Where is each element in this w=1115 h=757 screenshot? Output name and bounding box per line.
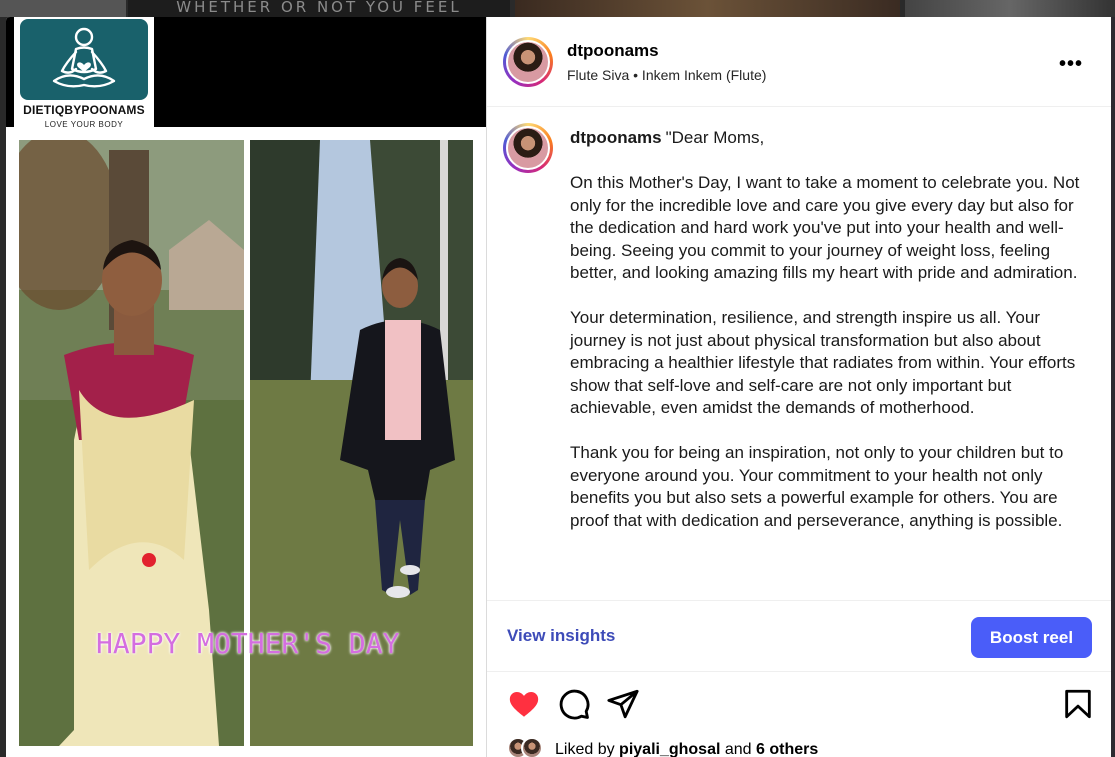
- caption-username[interactable]: dtpoonams: [570, 128, 662, 147]
- insights-bar: View insights Boost reel: [487, 600, 1111, 672]
- caption-paragraph: On this Mother's Day, I want to take a m…: [570, 173, 1080, 282]
- author-username[interactable]: dtpoonams: [567, 41, 659, 61]
- likes-prefix: Liked by: [555, 741, 620, 757]
- like-button[interactable]: [507, 687, 541, 721]
- share-icon: [607, 689, 639, 719]
- logo-tile: [20, 19, 148, 100]
- audio-track-link[interactable]: Flute Siva • Inkem Inkem (Flute): [567, 67, 766, 83]
- logo-tagline: LOVE YOUR BODY: [44, 120, 124, 129]
- save-button[interactable]: [1061, 687, 1095, 721]
- boost-reel-button[interactable]: Boost reel: [971, 617, 1092, 658]
- background-thumbnail-food: [515, 0, 900, 17]
- media-overlay-text: HAPPY MOTHER'S DAY: [96, 627, 400, 660]
- background-thumbnail-right: [905, 0, 1115, 17]
- likes-conjunction: and: [720, 741, 757, 757]
- author-avatar[interactable]: [503, 37, 553, 87]
- bookmark-icon: [1065, 689, 1091, 719]
- caption-paragraph: Thank you for being an inspiration, not …: [570, 443, 1064, 530]
- post-header: dtpoonams Flute Siva • Inkem Inkem (Flut…: [487, 17, 1111, 107]
- caption-opening: "Dear Moms,: [665, 128, 765, 147]
- comment-button[interactable]: [557, 687, 591, 721]
- liker-username[interactable]: piyali_ghosal: [619, 741, 720, 757]
- view-insights-link[interactable]: View insights: [507, 626, 615, 646]
- brand-logo: DIETIQBYPOONAMS LOVE YOUR BODY: [14, 17, 154, 130]
- share-button[interactable]: [606, 687, 640, 721]
- reel-media[interactable]: DIETIQBYPOONAMS LOVE YOUR BODY HAPPY MOT…: [6, 17, 486, 757]
- avatar-photo: [506, 40, 550, 84]
- post-details-panel: dtpoonams Flute Siva • Inkem Inkem (Flut…: [486, 17, 1111, 757]
- likes-text[interactable]: Liked by piyali_ghosal and 6 others: [555, 741, 818, 757]
- post-modal: DIETIQBYPOONAMS LOVE YOUR BODY HAPPY MOT…: [6, 17, 1111, 757]
- caption-text: dtpoonams "Dear Moms, On this Mother's Da…: [570, 127, 1080, 532]
- more-options-icon[interactable]: •••: [1059, 53, 1089, 75]
- comment-icon: [559, 689, 590, 720]
- background-thumbnail-left: [0, 0, 126, 17]
- heart-filled-icon: [509, 691, 539, 717]
- caption-author-avatar[interactable]: [503, 123, 553, 173]
- logo-name: DIETIQBYPOONAMS: [23, 103, 145, 117]
- meditation-figure-icon: [52, 27, 116, 88]
- liker-avatar: [521, 737, 543, 757]
- likes-others-link[interactable]: 6 others: [756, 741, 818, 757]
- background-banner-text: WHETHER OR NOT YOU FEEL: [128, 0, 510, 17]
- caption-section: dtpoonams "Dear Moms, On this Mother's Da…: [487, 108, 1111, 600]
- avatar-photo: [506, 126, 550, 170]
- caption-paragraph: Your determination, resilience, and stre…: [570, 308, 1076, 417]
- background-side-edge: [1111, 17, 1115, 757]
